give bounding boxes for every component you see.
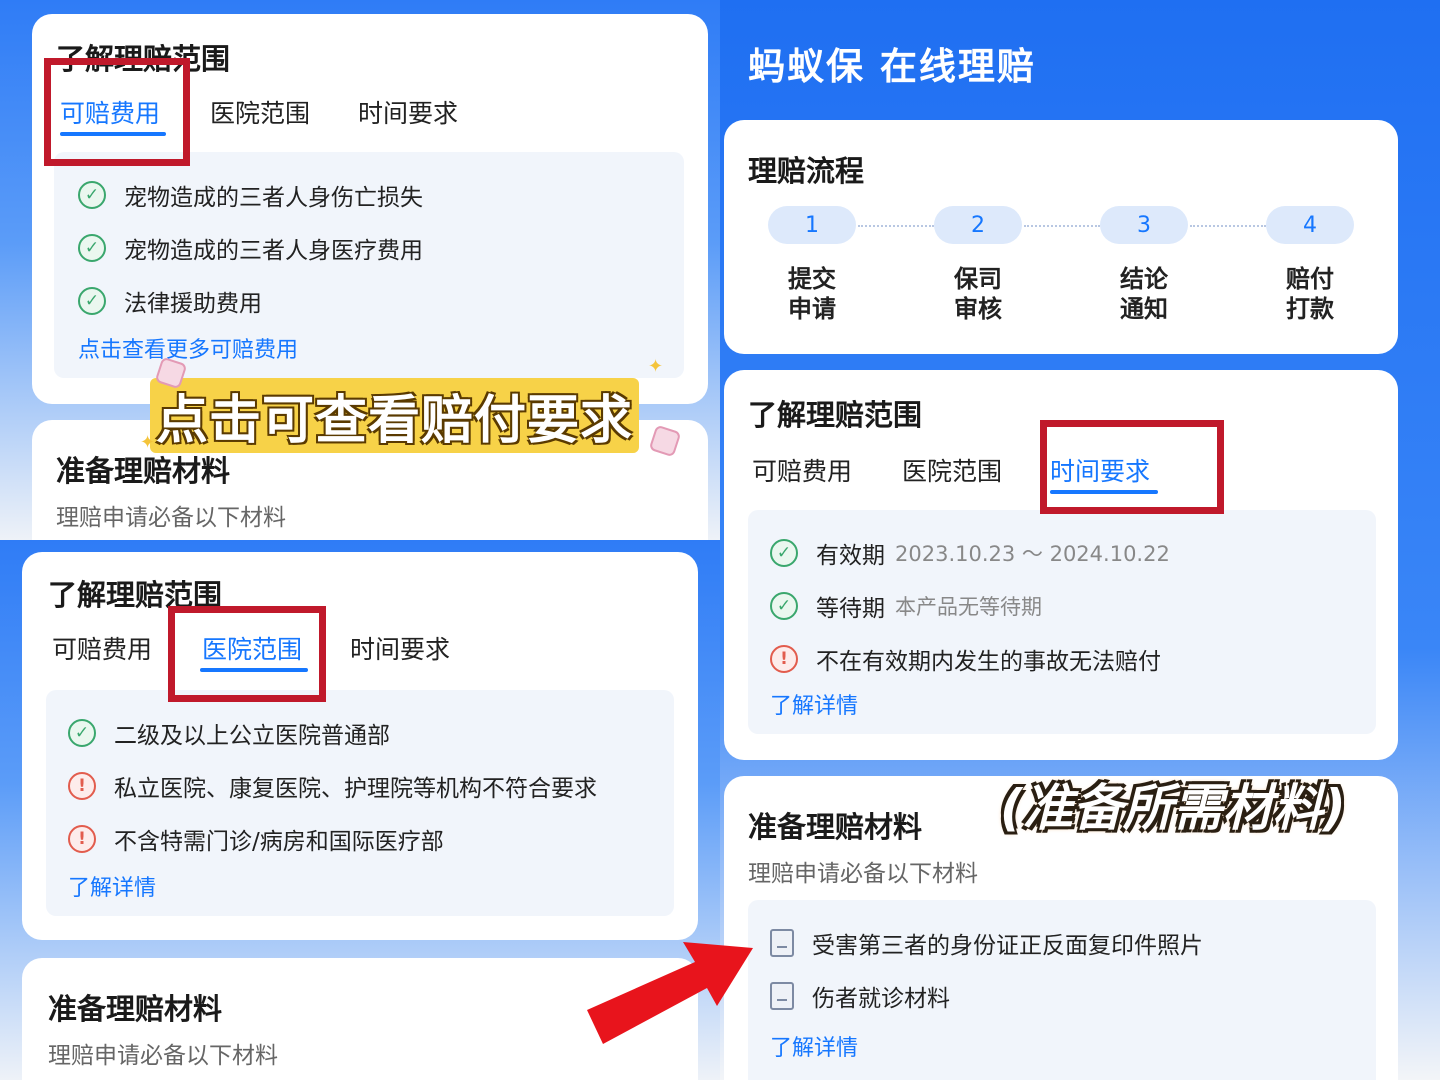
fees-box: ✓ 宠物造成的三者人身伤亡损失 ✓ 宠物造成的三者人身医疗费用 ✓ 法律援助费用 点击… bbox=[54, 152, 684, 378]
app-banner-title: 蚂蚁保 在线理赔 bbox=[748, 45, 1036, 88]
warning-icon: ! bbox=[770, 645, 798, 673]
sparkle-icon: ✦ bbox=[648, 356, 664, 377]
tab-fees[interactable]: 可赔费用 bbox=[52, 630, 152, 666]
tab-time[interactable]: 时间要求 bbox=[350, 630, 450, 666]
hospital-item: ! 私立医院、康复医院、护理院等机构不符合要求 bbox=[68, 769, 597, 803]
details-link[interactable]: 了解详情 bbox=[770, 1030, 858, 1062]
check-icon: ✓ bbox=[770, 539, 798, 567]
step-number: 4 bbox=[1266, 206, 1354, 244]
materials-title: 准备理赔材料 bbox=[748, 810, 923, 844]
materials-subtitle: 理赔申请必备以下材料 bbox=[48, 1043, 278, 1069]
scope-card: 了解理赔范围 可赔费用 医院范围 时间要求 ✓ 二级及以上公立医院普通部 ! 私立医… bbox=[22, 552, 698, 940]
hospital-item: ✓ 二级及以上公立医院普通部 bbox=[68, 716, 390, 750]
check-icon: ✓ bbox=[770, 592, 798, 620]
details-link[interactable]: 了解详情 bbox=[770, 688, 858, 720]
fee-item: ✓ 法律援助费用 bbox=[78, 284, 262, 318]
step-connector bbox=[1024, 225, 1100, 227]
hospital-box: ✓ 二级及以上公立医院普通部 ! 私立医院、康复医院、护理院等机构不符合要求 ! 不含… bbox=[46, 690, 674, 916]
tab-time[interactable]: 时间要求 bbox=[358, 94, 458, 130]
step-label: 赔付 打款 bbox=[1286, 265, 1334, 323]
step-label: 提交 申请 bbox=[788, 265, 836, 323]
time-item: ✓ 有效期 2023.10.23 ～ 2024.10.22 bbox=[770, 536, 1170, 570]
check-icon: ✓ bbox=[78, 287, 106, 315]
tab-fees[interactable]: 可赔费用 bbox=[752, 452, 852, 488]
details-link[interactable]: 了解详情 bbox=[68, 870, 156, 902]
document-icon bbox=[770, 982, 794, 1010]
step-label: 保司 审核 bbox=[954, 265, 1002, 323]
materials-title: 准备理赔材料 bbox=[48, 992, 223, 1026]
highlight-box bbox=[168, 606, 326, 702]
time-box: ✓ 有效期 2023.10.23 ～ 2024.10.22 ✓ 等待期 本产品无等待期 … bbox=[748, 510, 1376, 734]
step-connector bbox=[1190, 225, 1266, 227]
step-label: 结论 通知 bbox=[1120, 265, 1168, 323]
fee-item: ✓ 宠物造成的三者人身伤亡损失 bbox=[78, 178, 423, 212]
materials-title: 准备理赔材料 bbox=[56, 454, 231, 488]
step-number: 3 bbox=[1100, 206, 1188, 244]
process-title: 理赔流程 bbox=[748, 154, 865, 188]
hospital-item: ! 不含特需门诊/病房和国际医疗部 bbox=[68, 822, 444, 856]
materials-subtitle: 理赔申请必备以下材料 bbox=[56, 505, 286, 531]
tab-hospital[interactable]: 医院范围 bbox=[210, 94, 310, 130]
process-card: 理赔流程 1 2 3 4 提交 申请 保司 审核 结论 通知 赔付 打款 bbox=[724, 120, 1398, 354]
material-item: 受害第三者的身份证正反面复印件照片 bbox=[770, 926, 1203, 960]
step-connector bbox=[858, 225, 934, 227]
highlight-box bbox=[44, 58, 190, 166]
check-icon: ✓ bbox=[78, 234, 106, 262]
warning-icon: ! bbox=[68, 825, 96, 853]
panel-fees: 了解理赔范围 可赔费用 医院范围 时间要求 ✓ 宠物造成的三者人身伤亡损失 ✓ 宠物… bbox=[0, 0, 720, 540]
document-icon bbox=[770, 929, 794, 957]
scope-title: 了解理赔范围 bbox=[748, 398, 923, 432]
materials-box: 受害第三者的身份证正反面复印件照片 伤者就诊材料 了解详情 bbox=[748, 900, 1376, 1080]
tab-hospital[interactable]: 医院范围 bbox=[902, 452, 1002, 488]
material-item: 伤者就诊材料 bbox=[770, 979, 950, 1013]
sticker-click-to-view: 点击可查看赔付要求 bbox=[150, 378, 640, 453]
check-icon: ✓ bbox=[68, 719, 96, 747]
more-fees-link[interactable]: 点击查看更多可赔费用 bbox=[78, 332, 298, 364]
check-icon: ✓ bbox=[78, 181, 106, 209]
materials-subtitle: 理赔申请必备以下材料 bbox=[748, 861, 978, 887]
red-arrow-icon bbox=[587, 942, 753, 1044]
highlight-box bbox=[1040, 420, 1224, 514]
sparkle-icon: ✦ bbox=[140, 432, 156, 453]
time-item: ! 不在有效期内发生的事故无法赔付 bbox=[770, 642, 1161, 676]
time-item: ✓ 等待期 本产品无等待期 bbox=[770, 589, 1042, 623]
step-number: 1 bbox=[768, 206, 856, 244]
warning-icon: ! bbox=[68, 772, 96, 800]
sticker-prepare-materials: (准备所需材料) bbox=[1000, 779, 1346, 837]
step-number: 2 bbox=[934, 206, 1022, 244]
panel-time: 蚂蚁保 在线理赔 理赔流程 1 2 3 4 提交 申请 保司 审核 结论 通知 赔付打… bbox=[720, 0, 1440, 1080]
fee-item: ✓ 宠物造成的三者人身医疗费用 bbox=[78, 231, 423, 265]
